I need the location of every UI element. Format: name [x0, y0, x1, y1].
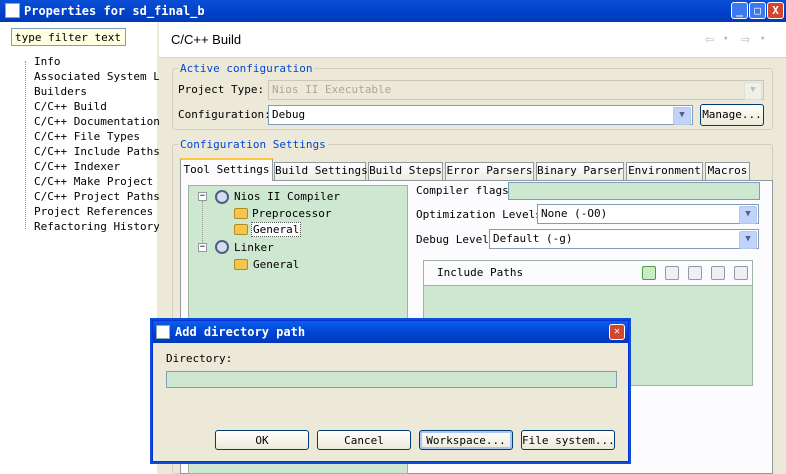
configuration-label: Configuration: [178, 108, 271, 121]
move-down-icon[interactable] [734, 266, 748, 280]
ok-button[interactable]: OK [215, 430, 309, 450]
tree-item-preprocessor[interactable]: Preprocessor [252, 207, 331, 220]
compiler-gear-icon [215, 190, 229, 204]
edit-path-icon[interactable] [688, 266, 702, 280]
chevron-down-icon[interactable]: ▼ [673, 107, 691, 125]
include-paths-label: Include Paths [437, 266, 524, 279]
chevron-down-icon: ▼ [744, 82, 762, 100]
add-path-icon[interactable] [642, 266, 656, 280]
manage-button[interactable]: Manage... [700, 104, 764, 126]
project-type-select: Nios II Executable ▼ [268, 80, 764, 100]
project-type-label: Project Type: [178, 83, 265, 96]
tree-item-general-compiler[interactable]: General [251, 222, 302, 237]
nav-item-associated-system[interactable]: Associated System Li [34, 70, 166, 85]
folder-options-icon [234, 224, 248, 235]
dialog-close-button[interactable]: ✕ [609, 324, 625, 340]
close-window-button[interactable]: X [767, 2, 784, 19]
compiler-flags-label: Compiler flags [416, 184, 509, 197]
window-titlebar: Properties for sd_final_b _ □ X [0, 0, 786, 22]
directory-input[interactable] [166, 371, 617, 388]
nav-item-cpp-file-types[interactable]: C/C++ File Types [34, 130, 140, 145]
workspace-button[interactable]: Workspace... [419, 430, 513, 450]
folder-options-icon [234, 208, 248, 219]
add-directory-dialog: Add directory path ✕ Directory: OK Cance… [152, 320, 629, 462]
forward-dropdown-icon[interactable]: ▾ [760, 34, 765, 44]
debug-level-value: Default (-g) [493, 232, 573, 245]
configuration-select[interactable]: Debug ▼ [268, 105, 693, 125]
collapse-icon[interactable]: − [198, 192, 207, 201]
tree-item-linker[interactable]: Linker [234, 241, 274, 254]
dialog-titlebar: Add directory path ✕ [153, 321, 628, 343]
project-type-value: Nios II Executable [272, 83, 392, 96]
nav-item-refactoring-history[interactable]: Refactoring History [34, 220, 160, 235]
tree-item-nios-compiler[interactable]: Nios II Compiler [234, 190, 340, 203]
optimization-value: None (-O0) [541, 207, 608, 220]
tab-macros[interactable]: Macros [705, 162, 750, 180]
optimization-label: Optimization Levels [416, 208, 542, 221]
config-settings-title: Configuration Settings [178, 138, 328, 151]
maximize-button[interactable]: □ [749, 2, 766, 19]
back-arrow-icon[interactable]: ⇦ [705, 30, 714, 48]
nav-item-cpp-include-paths[interactable]: C/C++ Include Paths [34, 145, 160, 160]
eclipse-app-icon [156, 325, 170, 339]
collapse-icon[interactable]: − [198, 243, 207, 252]
nav-tree-line [25, 61, 26, 229]
nav-item-project-references[interactable]: Project References [34, 205, 153, 220]
nav-item-cpp-build[interactable]: C/C++ Build [34, 100, 107, 115]
tab-error-parsers[interactable]: Error Parsers [445, 162, 534, 180]
tab-build-steps[interactable]: Build Steps [368, 162, 443, 180]
dialog-title: Add directory path [175, 325, 306, 339]
optimization-select[interactable]: None (-O0) ▼ [537, 204, 759, 224]
compiler-flags-field[interactable] [508, 182, 760, 200]
file-system-button[interactable]: File system... [521, 430, 615, 450]
nav-item-info[interactable]: Info [34, 55, 61, 70]
nav-item-cpp-indexer[interactable]: C/C++ Indexer [34, 160, 120, 175]
debug-level-label: Debug Level [416, 233, 489, 246]
tab-binary-parser[interactable]: Binary Parser [536, 162, 624, 180]
forward-arrow-icon[interactable]: ⇨ [741, 30, 750, 48]
window-title: Properties for sd_final_b [24, 4, 205, 18]
nav-item-builders[interactable]: Builders [34, 85, 87, 100]
tree-item-general-linker[interactable]: General [253, 258, 299, 271]
cancel-button[interactable]: Cancel [317, 430, 411, 450]
page-title: C/C++ Build [171, 32, 242, 47]
move-up-icon[interactable] [711, 266, 725, 280]
nav-item-cpp-make-project[interactable]: C/C++ Make Project [34, 175, 153, 190]
page-header: C/C++ Build ⇦ ▾ ⇨ ▾ [159, 22, 786, 58]
tab-environment[interactable]: Environment [626, 162, 703, 180]
nav-item-cpp-documentation[interactable]: C/C++ Documentation [34, 115, 160, 130]
minimize-button[interactable]: _ [731, 2, 748, 19]
back-dropdown-icon[interactable]: ▾ [723, 34, 728, 44]
include-paths-header: Include Paths [423, 260, 753, 286]
delete-path-icon[interactable] [665, 266, 679, 280]
configuration-value: Debug [272, 108, 306, 121]
linker-gear-icon [215, 240, 229, 254]
tab-tool-settings[interactable]: Tool Settings [180, 158, 273, 181]
tool-tree-line [202, 201, 203, 247]
tab-build-settings[interactable]: Build Settings [274, 162, 368, 180]
directory-label: Directory: [166, 352, 233, 365]
chevron-down-icon[interactable]: ▼ [739, 206, 757, 224]
nav-item-cpp-project-paths[interactable]: C/C++ Project Paths [34, 190, 160, 205]
debug-level-select[interactable]: Default (-g) ▼ [489, 229, 759, 249]
active-config-title: Active configuration [178, 62, 315, 75]
filter-input[interactable] [11, 28, 126, 46]
folder-options-icon [234, 259, 248, 270]
eclipse-app-icon [5, 3, 20, 18]
chevron-down-icon[interactable]: ▼ [739, 231, 757, 249]
